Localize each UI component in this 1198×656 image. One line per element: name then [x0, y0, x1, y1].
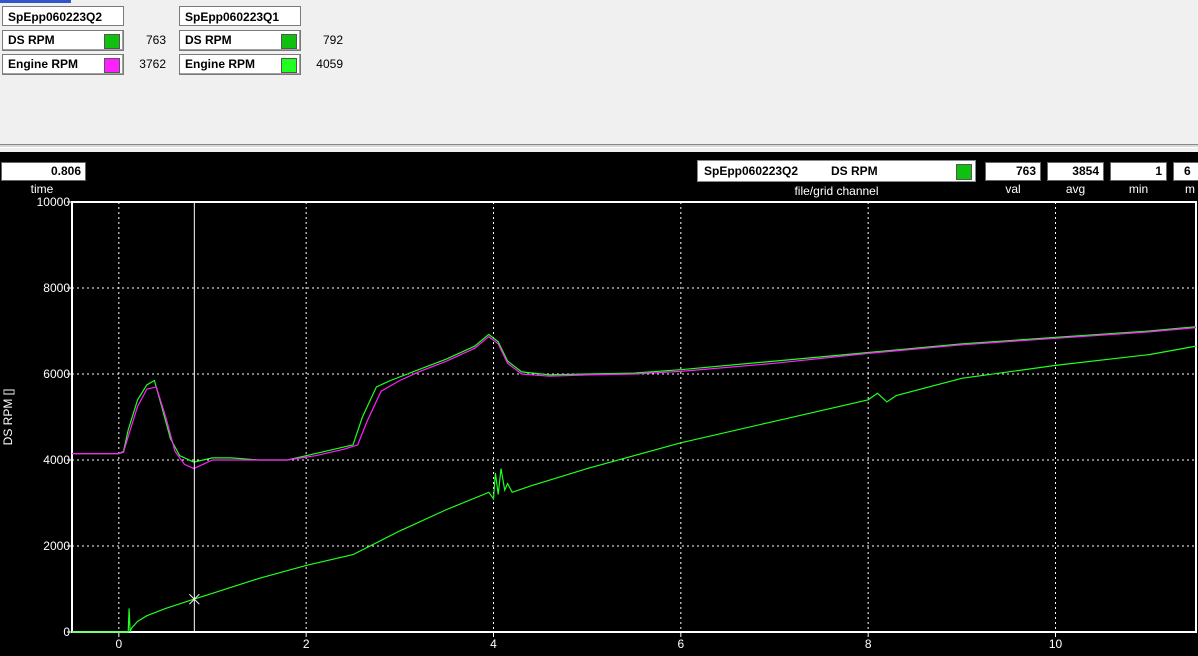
stat-min: 1 — [1110, 162, 1167, 181]
series-line-0 — [72, 326, 1197, 463]
file-title-q2[interactable]: SpEpp060223Q2 — [2, 6, 124, 26]
y-tick-label: 10000 — [37, 195, 71, 209]
selected-file: SpEpp060223Q2 — [704, 164, 799, 178]
x-tick-label: 10 — [1049, 637, 1063, 651]
channel-button-engine-rpm-q1[interactable]: Engine RPM — [179, 54, 301, 75]
cursor-time-label: time — [30, 182, 54, 196]
y-tick-label: 0 — [63, 625, 70, 639]
channel-button-ds-rpm-q1[interactable]: DS RPM — [179, 30, 301, 51]
stat-val-label: val — [1005, 182, 1021, 196]
legend-channel-ds-rpm-q1: DS RPM 792 — [179, 30, 379, 52]
color-swatch[interactable] — [104, 58, 120, 73]
stat-max-label: m — [1185, 182, 1195, 196]
legend-channel-ds-rpm-q2: DS RPM 763 — [2, 30, 202, 52]
y-tick-label: 2000 — [43, 539, 70, 553]
y-tick-label: 6000 — [43, 367, 70, 381]
series-line-1 — [72, 327, 1197, 470]
panel-splitter[interactable] — [0, 144, 1198, 148]
x-tick-label: 0 — [115, 637, 122, 651]
y-tick-label: 4000 — [43, 453, 70, 467]
x-tick-label: 2 — [303, 637, 310, 651]
top-link-indicator — [0, 0, 71, 3]
plot-frame — [71, 201, 1197, 633]
y-axis-label: DS RPM [] — [1, 389, 15, 446]
series-line-2 — [72, 345, 1197, 633]
color-swatch — [956, 164, 972, 180]
x-tick-label: 4 — [490, 637, 497, 651]
legend-channel-engine-rpm-q2: Engine RPM 3762 — [2, 54, 202, 76]
stat-max: 6 — [1173, 162, 1198, 181]
channel-value: 792 — [322, 33, 343, 47]
channel-value: 4059 — [316, 57, 343, 71]
legend-channel-engine-rpm-q1: Engine RPM 4059 — [179, 54, 379, 76]
stat-avg-label: avg — [1065, 182, 1086, 196]
stat-val: 763 — [985, 162, 1041, 181]
channel-name: Engine RPM — [185, 57, 256, 71]
channel-value: 763 — [145, 33, 166, 47]
color-swatch[interactable] — [281, 34, 297, 49]
file-grid-channel-button[interactable]: SpEpp060223Q2 DS RPM — [697, 160, 976, 182]
stat-min-label: min — [1128, 182, 1149, 196]
chart-panel: 0 2 4 6 8 10 0 2000 4000 6000 8000 10000 DS RPM [] 0… — [0, 152, 1198, 656]
channel-name: DS RPM — [8, 33, 55, 47]
selected-channel: DS RPM — [831, 164, 878, 178]
color-swatch[interactable] — [104, 34, 120, 49]
y-tick-label: 8000 — [43, 281, 70, 295]
channel-button-ds-rpm-q2[interactable]: DS RPM — [2, 30, 124, 51]
file-grid-channel-label: file/grid channel — [794, 184, 879, 198]
cursor-time-value: 0.806 — [1, 162, 86, 181]
channel-button-engine-rpm-q2[interactable]: Engine RPM — [2, 54, 124, 75]
color-swatch[interactable] — [281, 58, 297, 73]
channel-name: DS RPM — [185, 33, 232, 47]
chart-canvas[interactable]: 0 2 4 6 8 10 0 2000 4000 6000 8000 10000 DS RPM [] — [0, 152, 1198, 656]
stat-avg: 3854 — [1047, 162, 1104, 181]
file-title-q1[interactable]: SpEpp060223Q1 — [179, 6, 301, 26]
x-tick-label: 8 — [865, 637, 872, 651]
channel-value: 3762 — [139, 57, 166, 71]
channel-name: Engine RPM — [8, 57, 79, 71]
x-tick-label: 6 — [677, 637, 684, 651]
legend-panel: SpEpp060223Q2 DS RPM 763 Engine RPM 3762… — [0, 0, 1198, 144]
